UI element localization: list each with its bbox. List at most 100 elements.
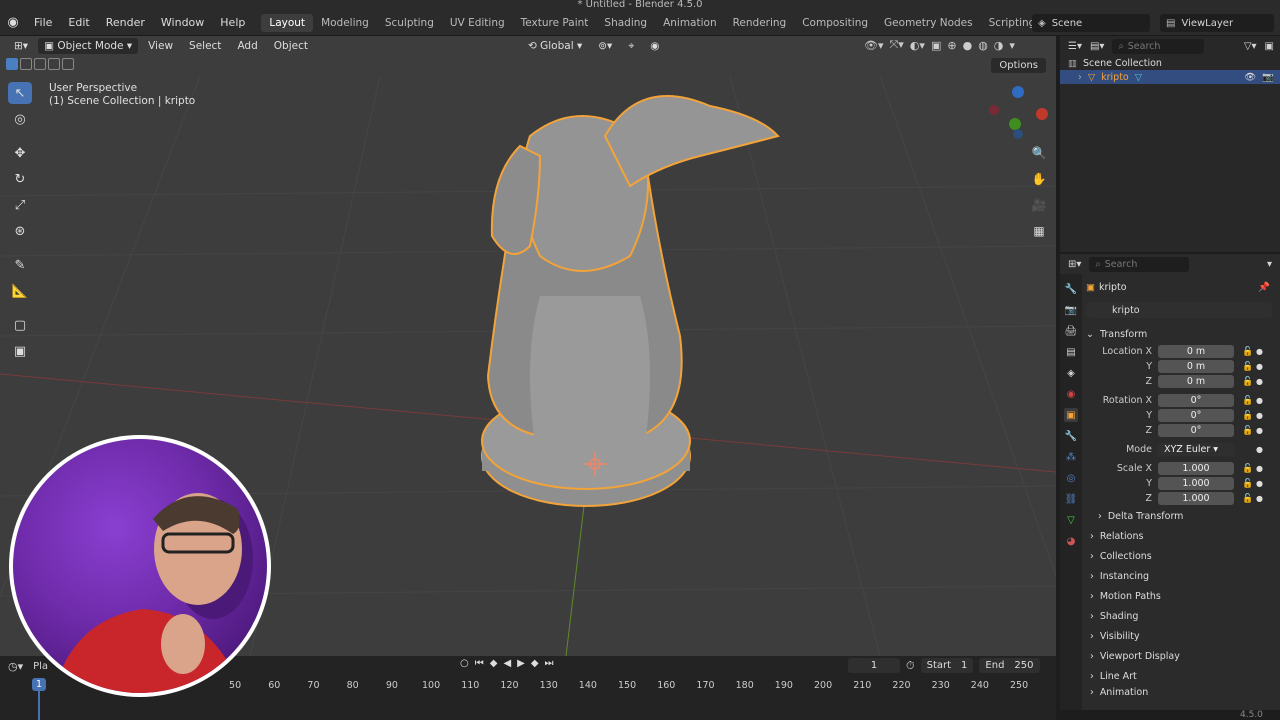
keyframe-dot-icon[interactable]: ● — [1256, 494, 1264, 503]
panel-visibility[interactable]: › Visibility — [1086, 626, 1276, 646]
tab-compositing[interactable]: Compositing — [794, 14, 876, 32]
start-frame-field[interactable]: Start 1 — [920, 658, 974, 673]
keyframe-dot-icon[interactable]: ● — [1256, 362, 1264, 371]
play-icon[interactable]: ▶ — [517, 658, 525, 669]
snap-icon[interactable]: ⌖ — [622, 38, 640, 55]
measure-tool-icon[interactable]: 📐 — [8, 280, 32, 302]
lock-icon[interactable]: 🔓 — [1242, 347, 1254, 357]
scale-y-field[interactable]: 1.000 — [1158, 477, 1234, 490]
panel-animation[interactable]: › Animation — [1086, 686, 1276, 698]
location-x-field[interactable]: 0 m — [1158, 345, 1234, 358]
outliner-item-kripto[interactable]: › ▽ kripto ▽ 👁 📷 — [1060, 70, 1280, 84]
location-y-field[interactable]: 0 m — [1158, 360, 1234, 373]
add-cube-tool-icon[interactable]: ▢ — [8, 314, 32, 336]
ortho-grid-icon[interactable]: ▦ — [1030, 222, 1048, 240]
keyframe-dot-icon[interactable]: ● — [1256, 479, 1264, 488]
shading-solid-icon[interactable]: ● — [963, 39, 973, 52]
transform-panel-header[interactable]: ⌄ Transform — [1086, 324, 1276, 344]
scale-x-field[interactable]: 1.000 — [1158, 462, 1234, 475]
rotation-z-field[interactable]: 0° — [1158, 424, 1234, 437]
tool-tab-icon[interactable]: 🔧 — [1064, 282, 1078, 296]
cursor-tool-icon[interactable]: ◎ — [8, 108, 32, 130]
scale-z-field[interactable]: 1.000 — [1158, 492, 1234, 505]
render-tab-icon[interactable]: 📷 — [1064, 303, 1078, 317]
new-collection-icon[interactable]: ▣ — [1265, 41, 1274, 52]
keyframe-dot-icon[interactable]: ● — [1256, 426, 1264, 435]
panel-line-art[interactable]: › Line Art — [1086, 666, 1276, 686]
particles-tab-icon[interactable]: ⁂ — [1064, 450, 1078, 464]
select-tool-icon[interactable]: ↖ — [8, 82, 32, 104]
menu-edit[interactable]: Edit — [60, 16, 97, 29]
outliner-scene-collection[interactable]: ▥ Scene Collection — [1060, 56, 1280, 70]
panel-shading[interactable]: › Shading — [1086, 606, 1276, 626]
scene-selector[interactable]: ◈ Scene — [1032, 14, 1150, 32]
shading-options-icon[interactable]: ▾ — [1009, 39, 1015, 52]
lock-icon[interactable]: 🔓 — [1242, 377, 1254, 387]
menu-select[interactable]: Select — [183, 38, 227, 54]
camera-view-icon[interactable]: 🎥 — [1030, 196, 1048, 214]
scene-tab-icon[interactable]: ◈ — [1064, 366, 1078, 380]
lock-icon[interactable]: 🔓 — [1242, 479, 1254, 489]
pivot-point-icon[interactable]: ⊚▾ — [592, 38, 618, 54]
expand-chevron-icon[interactable]: › — [1078, 72, 1082, 83]
data-tab-icon[interactable]: ▽ — [1064, 513, 1078, 527]
select-intersect-icon[interactable] — [62, 58, 74, 70]
shading-material-icon[interactable]: ◍ — [978, 39, 988, 52]
navigation-gizmo[interactable] — [989, 86, 1048, 139]
rotate-tool-icon[interactable]: ↻ — [8, 168, 32, 190]
lock-icon[interactable]: 🔓 — [1242, 464, 1254, 474]
menu-file[interactable]: File — [26, 16, 60, 29]
select-subtract-icon[interactable] — [34, 58, 46, 70]
visibility-icon[interactable]: 👁▾ — [864, 39, 884, 52]
pin-icon[interactable]: 📌 — [1258, 282, 1270, 293]
rotation-mode-dropdown[interactable]: XYZ Euler ▾ — [1158, 443, 1234, 456]
location-z-field[interactable]: 0 m — [1158, 375, 1234, 388]
playback-menu[interactable]: Pla — [33, 661, 48, 672]
shading-rendered-icon[interactable]: ◑ — [994, 39, 1004, 52]
properties-editor-icon[interactable]: ⊞▾ — [1068, 259, 1081, 270]
tab-sculpting[interactable]: Sculpting — [377, 14, 442, 32]
tab-uv-editing[interactable]: UV Editing — [442, 14, 513, 32]
rotation-y-field[interactable]: 0° — [1158, 409, 1234, 422]
panel-collections[interactable]: › Collections — [1086, 546, 1276, 566]
lock-icon[interactable]: 🔓 — [1242, 426, 1254, 436]
move-tool-icon[interactable]: ✥ — [8, 142, 32, 164]
editor-type-icon[interactable]: ⊞▾ — [8, 38, 34, 54]
object-name-field[interactable]: kripto — [1086, 302, 1272, 318]
output-tab-icon[interactable]: 🖨 — [1064, 324, 1078, 338]
annotate-tool-icon[interactable]: ✎ — [8, 254, 32, 276]
options-button[interactable]: Options — [991, 58, 1046, 73]
world-tab-icon[interactable]: ◉ — [1064, 387, 1078, 401]
proportional-edit-icon[interactable]: ◉ — [644, 38, 665, 54]
tab-texture-paint[interactable]: Texture Paint — [513, 14, 597, 32]
properties-options-icon[interactable]: ▾ — [1267, 259, 1272, 270]
playhead-frame-badge[interactable]: 1 — [32, 678, 46, 691]
lock-icon[interactable]: 🔓 — [1242, 396, 1254, 406]
menu-view[interactable]: View — [142, 38, 179, 54]
lock-icon[interactable]: 🔓 — [1242, 494, 1254, 504]
jump-end-icon[interactable]: ⏭ — [545, 658, 554, 669]
zoom-icon[interactable]: 🔍 — [1030, 144, 1048, 162]
scale-tool-icon[interactable]: ⤢ — [8, 194, 32, 216]
display-mode-icon[interactable]: ▤▾ — [1090, 41, 1104, 52]
rotation-x-field[interactable]: 0° — [1158, 394, 1234, 407]
overlay-toggle-icon[interactable]: ◐▾ — [910, 39, 925, 52]
select-extend-icon[interactable] — [20, 58, 32, 70]
keyframe-dot-icon[interactable]: ● — [1256, 411, 1264, 420]
tab-rendering[interactable]: Rendering — [725, 14, 795, 32]
object-tab-icon[interactable]: ▣ — [1064, 408, 1078, 422]
lock-icon[interactable]: 🔓 — [1242, 362, 1254, 372]
menu-help[interactable]: Help — [212, 16, 253, 29]
select-new-icon[interactable] — [6, 58, 18, 70]
keyframe-dot-icon[interactable]: ● — [1256, 347, 1264, 356]
menu-window[interactable]: Window — [153, 16, 212, 29]
properties-search[interactable]: ⌕ Search — [1089, 256, 1190, 272]
tab-animation[interactable]: Animation — [655, 14, 725, 32]
add-primitive-tool-icon[interactable]: ▣ — [8, 340, 32, 362]
keyframe-dot-icon[interactable]: ● — [1256, 377, 1264, 386]
transform-orientation-dropdown[interactable]: ⟲ Global ▾ — [522, 38, 588, 54]
shading-wireframe-icon[interactable]: ⊕ — [947, 39, 956, 52]
tab-shading[interactable]: Shading — [596, 14, 655, 32]
outliner-search[interactable]: ⌕ Search — [1112, 38, 1205, 54]
mode-dropdown[interactable]: ▣ Object Mode ▾ — [38, 38, 139, 54]
